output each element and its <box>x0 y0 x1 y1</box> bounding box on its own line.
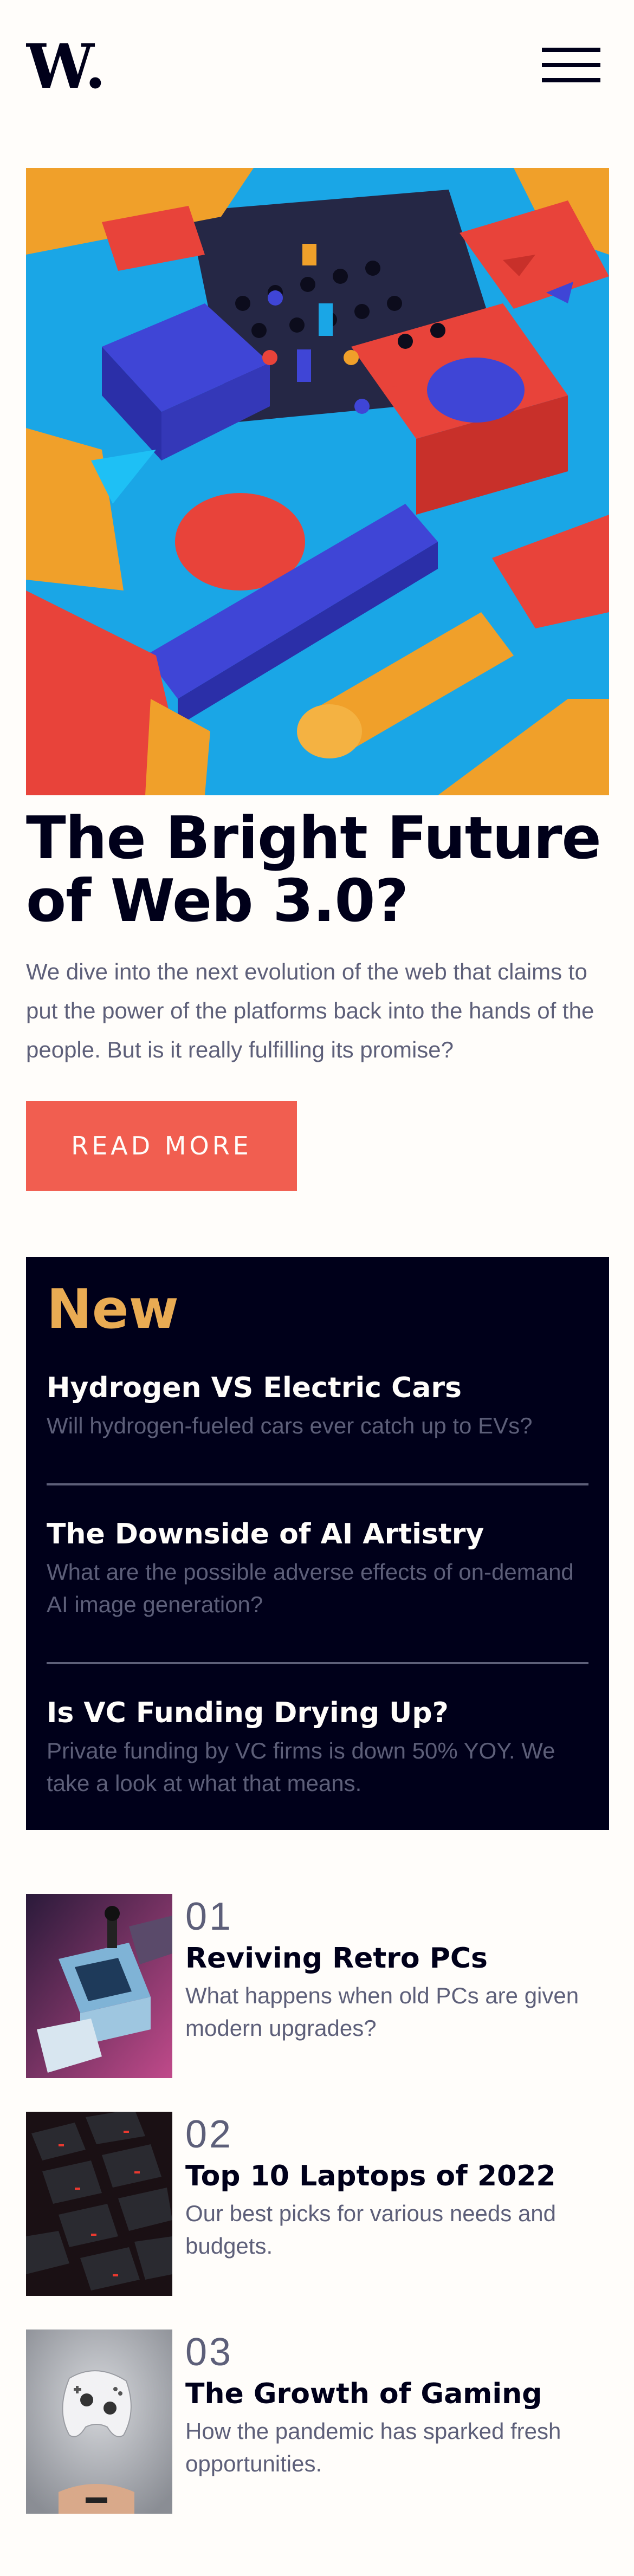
article-summary: What happens when old PCs are given mode… <box>185 1983 579 2041</box>
hamburger-menu-icon[interactable] <box>542 48 600 82</box>
new-item-title[interactable]: Hydrogen VS Electric Cars <box>47 1371 588 1405</box>
page: W. The Bright Future of Web 3.0? We dive… <box>0 0 634 2576</box>
logo-text: W. <box>26 42 106 94</box>
article-title[interactable]: Reviving Retro PCs <box>185 1939 609 1977</box>
hero-description: We dive into the next evolution of the w… <box>26 959 594 1062</box>
article-number: 01 <box>185 1895 234 1938</box>
article-summary: How the pandemic has sparked fresh oppor… <box>185 2418 561 2476</box>
new-heading: New <box>47 1277 179 1341</box>
new-item-title[interactable]: The Downside of AI Artistry <box>47 1517 588 1552</box>
top-article-item: 02 Top 10 Laptops of 2022 Our best picks… <box>26 2112 609 2296</box>
menu-bar-top <box>542 48 600 52</box>
hero-image <box>26 168 609 795</box>
new-item-summary: What are the possible adverse effects of… <box>47 1559 574 1617</box>
game-controller-photo[interactable] <box>26 2330 172 2514</box>
new-item-summary: Will hydrogen-fueled cars ever catch up … <box>47 1413 533 1438</box>
new-item: The Downside of AI Artistry What are the… <box>47 1517 588 1621</box>
retro-pc-photo[interactable] <box>26 1894 172 2078</box>
new-item: Hydrogen VS Electric Cars Will hydrogen-… <box>47 1371 588 1442</box>
article-title[interactable]: Top 10 Laptops of 2022 <box>185 2157 609 2195</box>
article-text: 01 Reviving Retro PCs What happens when … <box>185 1894 609 2045</box>
menu-bar-middle <box>542 63 600 67</box>
article-text: 02 Top 10 Laptops of 2022 Our best picks… <box>185 2112 609 2262</box>
article-number: 03 <box>185 2331 234 2374</box>
article-text: 03 The Growth of Gaming How the pandemic… <box>185 2330 609 2480</box>
hero-title: The Bright Future of Web 3.0? <box>26 804 601 935</box>
new-item: Is VC Funding Drying Up? Private funding… <box>47 1696 588 1800</box>
menu-bar-bottom <box>542 78 600 82</box>
new-item-summary: Private funding by VC firms is down 50% … <box>47 1738 555 1796</box>
top-article-item: 03 The Growth of Gaming How the pandemic… <box>26 2330 609 2514</box>
new-articles-panel: New Hydrogen VS Electric Cars Will hydro… <box>26 1257 609 1830</box>
article-title[interactable]: The Growth of Gaming <box>185 2375 609 2413</box>
site-logo[interactable]: W. <box>25 31 107 102</box>
article-number: 02 <box>185 2113 234 2156</box>
divider <box>47 1662 588 1664</box>
article-summary: Our best picks for various needs and bud… <box>185 2201 557 2259</box>
read-more-button[interactable]: READ MORE <box>26 1101 297 1191</box>
new-item-title[interactable]: Is VC Funding Drying Up? <box>47 1696 588 1730</box>
divider <box>47 1483 588 1485</box>
top-article-item: 01 Reviving Retro PCs What happens when … <box>26 1894 609 2078</box>
laptop-keyboard-photo[interactable] <box>26 2112 172 2296</box>
